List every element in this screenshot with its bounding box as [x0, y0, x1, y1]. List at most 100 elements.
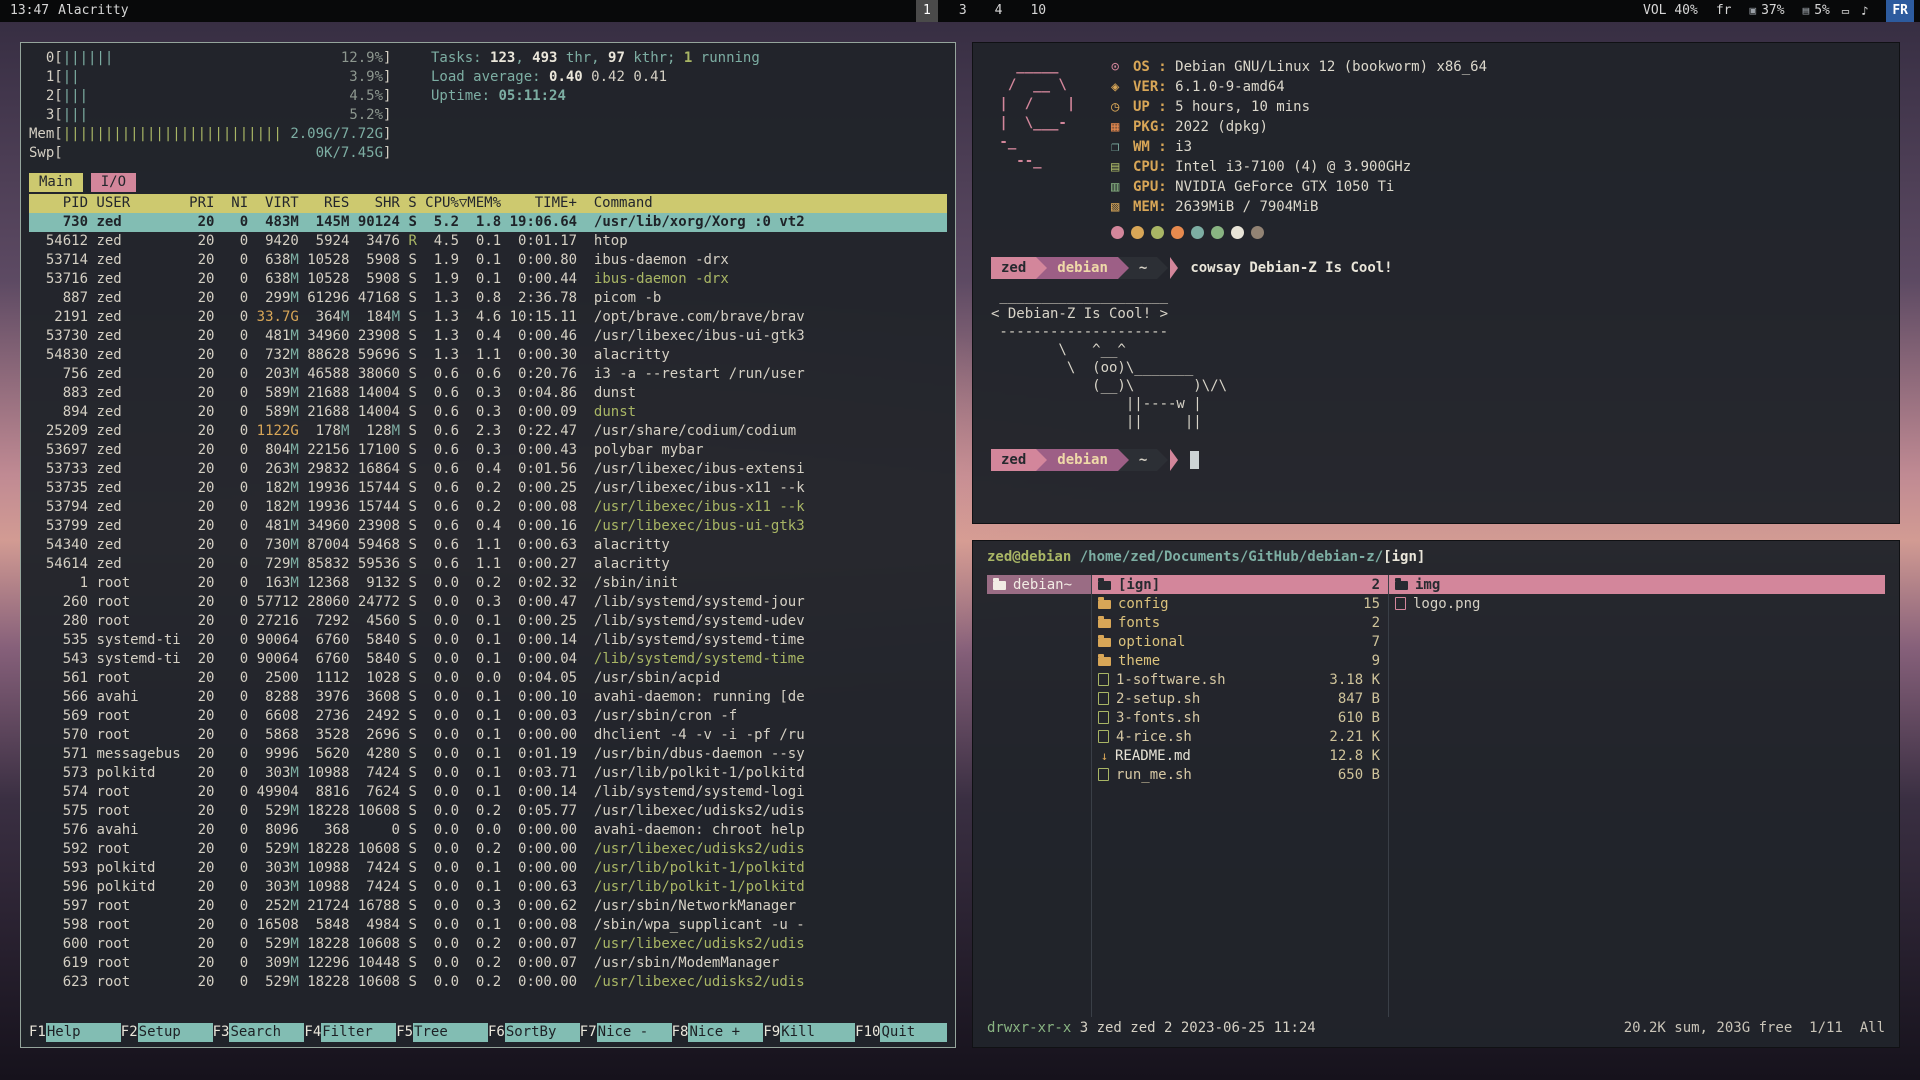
workspace-1[interactable]: 1 — [916, 0, 938, 22]
process-row[interactable]: 569 root 20 0 6608 2736 2492 S 0.0 0.1 0… — [29, 707, 947, 726]
sysinfo-line: ▦PKG: 2022 (dpkg) — [1111, 117, 1487, 137]
process-row[interactable]: 53697 zed 20 0 804M 22156 17100 S 0.6 0.… — [29, 441, 947, 460]
file-row-1-software.sh[interactable]: 1-software.sh3.18 K — [1092, 670, 1388, 689]
fkey-nice-[interactable]: F7Nice - — [580, 1023, 672, 1042]
fkey-sortby[interactable]: F6SortBy — [488, 1023, 580, 1042]
process-row[interactable]: 570 root 20 0 5868 3528 2696 S 0.0 0.1 0… — [29, 726, 947, 745]
wm -icon: ❐ — [1111, 137, 1133, 157]
fkey-tree[interactable]: F5Tree — [396, 1023, 488, 1042]
file-row-logo.png[interactable]: logo.png — [1389, 594, 1885, 613]
process-row[interactable]: 53799 zed 20 0 481M 34960 23908 S 0.6 0.… — [29, 517, 947, 536]
process-row[interactable]: 2191 zed 20 0 33.7G 364M 184M S 1.3 4.6 … — [29, 308, 947, 327]
process-row[interactable]: 566 avahi 20 0 8288 3976 3608 S 0.0 0.1 … — [29, 688, 947, 707]
process-row[interactable]: 53730 zed 20 0 481M 34960 23908 S 1.3 0.… — [29, 327, 947, 346]
htop-terminal-window[interactable]: 0[|||||| 12.9%] 1[|| 3.9%] 2[||| 4.5%] 3… — [20, 42, 956, 1048]
fetch-terminal-window[interactable]: _____ / __ \ | / | | \___- -_ --_ ⊙OS : … — [972, 42, 1900, 524]
file-row-theme[interactable]: theme9 — [1092, 651, 1388, 670]
folder-icon — [1098, 581, 1111, 590]
file-row-2-setup.sh[interactable]: 2-setup.sh847 B — [1092, 689, 1388, 708]
module-icon: ▣ — [1749, 0, 1756, 22]
fkey-nice-[interactable]: F8Nice + — [672, 1023, 764, 1042]
process-row[interactable]: 600 root 20 0 529M 18228 10608 S 0.0 0.2… — [29, 935, 947, 954]
process-row[interactable]: 883 zed 20 0 589M 21688 14004 S 0.6 0.3 … — [29, 384, 947, 403]
sysinfo-line: ⊙OS : Debian GNU/Linux 12 (bookworm) x86… — [1111, 57, 1487, 77]
process-row[interactable]: 597 root 20 0 252M 21724 16788 S 0.0 0.3… — [29, 897, 947, 916]
keyboard-layout-badge[interactable]: FR — [1886, 0, 1914, 22]
bar-module[interactable]: ▣37% — [1749, 0, 1784, 22]
file-size: 650 B — [1338, 767, 1388, 783]
file-row-config[interactable]: config15 — [1092, 594, 1388, 613]
htop-tabs: Main I/O — [29, 173, 947, 192]
process-row[interactable]: 535 systemd-ti 20 0 90064 6760 5840 S 0.… — [29, 631, 947, 650]
script-file-icon — [1098, 692, 1109, 705]
process-row[interactable]: 54612 zed 20 0 9420 5924 3476 R 4.5 0.1 … — [29, 232, 947, 251]
powerline-arrow-icon — [1170, 449, 1178, 471]
file-row-debian~[interactable]: debian~ — [987, 575, 1091, 594]
process-row[interactable]: 894 zed 20 0 589M 21688 14004 S 0.6 0.3 … — [29, 403, 947, 422]
bar-module[interactable]: VOL 40% — [1643, 0, 1698, 22]
process-row[interactable]: 53716 zed 20 0 638M 10528 5908 S 1.9 0.1… — [29, 270, 947, 289]
bar-module[interactable]: fr — [1716, 0, 1732, 22]
process-row[interactable]: 575 root 20 0 529M 18228 10608 S 0.0 0.2… — [29, 802, 947, 821]
file-row-3-fonts.sh[interactable]: 3-fonts.sh610 B — [1092, 708, 1388, 727]
process-row[interactable]: 543 systemd-ti 20 0 90064 6760 5840 S 0.… — [29, 650, 947, 669]
workspace-10[interactable]: 10 — [1023, 0, 1053, 22]
file-row-4-rice.sh[interactable]: 4-rice.sh2.21 K — [1092, 727, 1388, 746]
process-table-header[interactable]: PID USER PRI NI VIRT RES SHR S CPU%▽MEM%… — [29, 194, 947, 213]
process-row[interactable]: 54830 zed 20 0 732M 88628 59696 S 1.3 1.… — [29, 346, 947, 365]
process-row[interactable]: 574 root 20 0 49904 8816 7624 S 0.0 0.1 … — [29, 783, 947, 802]
process-row[interactable]: 25209 zed 20 0 1122G 178M 128M S 0.6 2.3… — [29, 422, 947, 441]
fkey-help[interactable]: F1Help — [29, 1023, 121, 1042]
process-row[interactable]: 561 root 20 0 2500 1112 1028 S 0.0 0.0 0… — [29, 669, 947, 688]
file-name: 1-software.sh — [1116, 672, 1226, 688]
speaker-icon[interactable]: ♪ — [1861, 0, 1868, 22]
process-row[interactable]: 598 root 20 0 16508 5848 4984 S 0.0 0.1 … — [29, 916, 947, 935]
process-row[interactable]: 53794 zed 20 0 182M 19936 15744 S 0.6 0.… — [29, 498, 947, 517]
process-row[interactable]: 623 root 20 0 529M 18228 10608 S 0.0 0.2… — [29, 973, 947, 992]
process-row[interactable]: 53735 zed 20 0 182M 19936 15744 S 0.6 0.… — [29, 479, 947, 498]
workspace-4[interactable]: 4 — [988, 0, 1010, 22]
file-row-README.md[interactable]: ↓README.md12.8 K — [1092, 746, 1388, 765]
process-row[interactable]: 54340 zed 20 0 730M 87004 59468 S 0.6 1.… — [29, 536, 947, 555]
file-name: run_me.sh — [1116, 767, 1192, 783]
process-row[interactable]: 573 polkitd 20 0 303M 10988 7424 S 0.0 0… — [29, 764, 947, 783]
fkey-setup[interactable]: F2Setup — [121, 1023, 213, 1042]
process-row[interactable]: 53714 zed 20 0 638M 10528 5908 S 1.9 0.1… — [29, 251, 947, 270]
process-row[interactable]: 1 root 20 0 163M 12368 9132 S 0.0 0.2 0:… — [29, 574, 947, 593]
workspace-3[interactable]: 3 — [952, 0, 974, 22]
file-row-img[interactable]: img — [1389, 575, 1885, 594]
fkey-kill[interactable]: F9Kill — [763, 1023, 855, 1042]
process-row[interactable]: 619 root 20 0 309M 12296 10448 S 0.0 0.2… — [29, 954, 947, 973]
display-icon[interactable]: ▭ — [1842, 0, 1849, 22]
file-row-run_me.sh[interactable]: run_me.sh 650 B — [1092, 765, 1388, 784]
process-row[interactable]: 756 zed 20 0 203M 46588 38060 S 0.6 0.6 … — [29, 365, 947, 384]
tab-io[interactable]: I/O — [91, 173, 136, 192]
palette-dot — [1171, 226, 1184, 239]
shell-prompt-2[interactable]: zed debian ~ — [991, 449, 1881, 471]
up -icon: ◷ — [1111, 97, 1133, 117]
process-row[interactable]: 280 root 20 0 27216 7292 4560 S 0.0 0.1 … — [29, 612, 947, 631]
process-row[interactable]: 576 avahi 20 0 8096 368 0 S 0.0 0.0 0:00… — [29, 821, 947, 840]
prompt-host-segment: debian — [1047, 449, 1118, 471]
fkey-quit[interactable]: F10Quit — [855, 1023, 947, 1042]
process-row[interactable]: 593 polkitd 20 0 303M 10988 7424 S 0.0 0… — [29, 859, 947, 878]
markdown-file-icon: ↓ — [1098, 749, 1111, 763]
file-row-ign[interactable]: [ign]2 — [1092, 575, 1388, 594]
process-row[interactable]: 260 root 20 0 57712 28060 24772 S 0.0 0.… — [29, 593, 947, 612]
process-row[interactable]: 887 zed 20 0 299M 61296 47168 S 1.3 0.8 … — [29, 289, 947, 308]
process-row[interactable]: 730 zed 20 0 483M 145M 90124 S 5.2 1.8 1… — [29, 213, 947, 232]
process-row[interactable]: 592 root 20 0 529M 18228 10608 S 0.0 0.2… — [29, 840, 947, 859]
tab-main[interactable]: Main — [29, 173, 83, 192]
fkey-filter[interactable]: F4Filter — [304, 1023, 396, 1042]
fkey-search[interactable]: F3Search — [213, 1023, 305, 1042]
bar-module[interactable]: ▤5% — [1803, 0, 1830, 22]
file-row-optional[interactable]: optional7 — [1092, 632, 1388, 651]
file-row-fonts[interactable]: fonts2 — [1092, 613, 1388, 632]
process-row[interactable]: 54614 zed 20 0 729M 85832 59536 S 0.6 1.… — [29, 555, 947, 574]
file-name: [ign] — [1118, 577, 1160, 593]
ranger-terminal-window[interactable]: zed@debian /home/zed/Documents/GitHub/de… — [972, 540, 1900, 1048]
process-row[interactable]: 596 polkitd 20 0 303M 10988 7424 S 0.0 0… — [29, 878, 947, 897]
palette-dot — [1151, 226, 1164, 239]
process-row[interactable]: 571 messagebus 20 0 9996 5620 4280 S 0.0… — [29, 745, 947, 764]
process-row[interactable]: 53733 zed 20 0 263M 29832 16864 S 0.6 0.… — [29, 460, 947, 479]
